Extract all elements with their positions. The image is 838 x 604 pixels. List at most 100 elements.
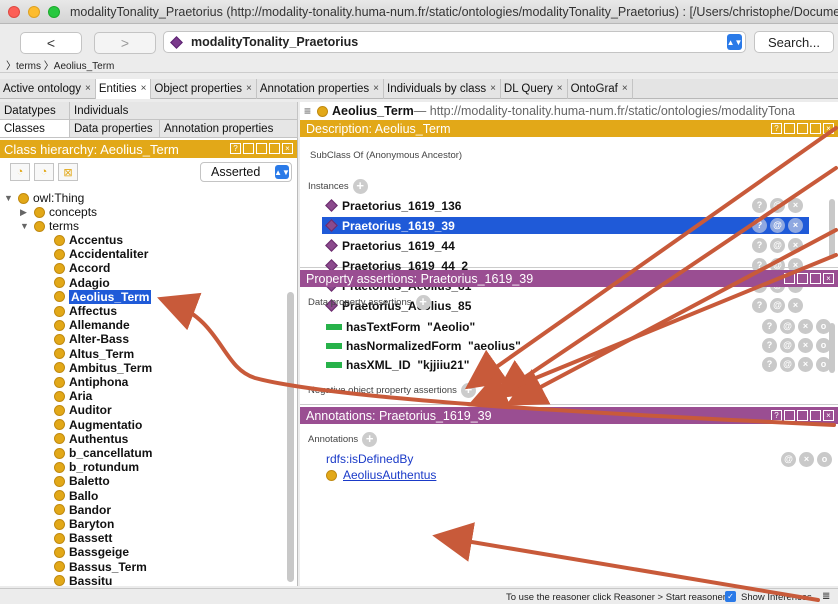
tree-node-term[interactable]: Altus_Term xyxy=(54,347,134,361)
add-data-property-icon[interactable]: + xyxy=(415,295,431,310)
close-window-icon[interactable] xyxy=(8,5,20,18)
annotation-property[interactable]: rdfs:isDefinedBy xyxy=(326,452,413,466)
tree-node-term[interactable]: Auditor xyxy=(54,403,112,417)
tab-close-icon[interactable]: × xyxy=(557,83,563,94)
annotate-icon[interactable]: @ xyxy=(770,198,785,213)
tree-node-term[interactable]: Allemande xyxy=(54,318,130,332)
help-icon[interactable]: ? xyxy=(230,143,241,154)
delete-icon[interactable]: × xyxy=(798,319,813,334)
tab-entities[interactable]: Entities × xyxy=(95,78,152,99)
forward-button[interactable]: > xyxy=(94,32,156,54)
help-icon[interactable]: ? xyxy=(752,198,767,213)
subtab-data-properties[interactable]: Data properties xyxy=(70,120,160,138)
instance-row[interactable]: Praetorius_1619_39? @ × xyxy=(322,217,809,234)
asserted-selector[interactable]: Asserted ▲▼ xyxy=(200,162,292,182)
annotate-icon[interactable]: @ xyxy=(781,452,796,467)
subtab-individuals[interactable]: Individuals xyxy=(70,102,298,120)
collapse-triangle-icon[interactable]: ▶ xyxy=(20,207,30,218)
tree-node-term[interactable]: Aria xyxy=(54,389,92,403)
help-icon[interactable]: ? xyxy=(752,218,767,233)
menu-icon[interactable]: ≡ xyxy=(304,104,311,118)
tree-node-term[interactable]: Baryton xyxy=(54,517,114,531)
tree-node-term[interactable]: Ambitus_Term xyxy=(54,361,152,375)
tree-node-term[interactable]: Accord xyxy=(54,261,110,275)
close-view-icon[interactable]: × xyxy=(282,143,293,154)
instances-scrollbar[interactable] xyxy=(829,199,835,259)
add-subclass-icon[interactable]: ◔ xyxy=(10,163,30,181)
annotation-value-link[interactable]: AeoliusAuthentus xyxy=(343,468,436,482)
annotate-icon[interactable]: @ xyxy=(780,357,795,372)
tree-node-term[interactable]: Authentus xyxy=(54,432,128,446)
delete-class-icon[interactable]: ⊠ xyxy=(58,163,78,181)
split-icon[interactable] xyxy=(256,143,267,154)
tree-node-term[interactable]: Bassett xyxy=(54,531,112,545)
show-inferences-checkbox[interactable]: ✓ xyxy=(725,591,736,602)
tab-close-icon[interactable]: × xyxy=(490,83,496,94)
annotate-icon[interactable]: @ xyxy=(780,338,795,353)
tab-close-icon[interactable]: × xyxy=(85,83,91,94)
delete-icon[interactable]: × xyxy=(788,198,803,213)
chevron-updown-icon[interactable]: ▲▼ xyxy=(274,165,290,179)
tree-node-term[interactable]: Antiphona xyxy=(54,375,128,389)
tab-dl-query[interactable]: DL Query × xyxy=(501,78,568,99)
help-icon[interactable]: ? xyxy=(762,319,777,334)
data-property-row[interactable]: hasTextForm "Aeolio"? @ × o xyxy=(326,319,831,334)
data-property-row[interactable]: hasXML_ID "kjjiiu21"? @ × o xyxy=(326,357,831,372)
close-view-icon[interactable]: × xyxy=(823,410,834,421)
add-negative-object-property-icon[interactable]: + xyxy=(460,383,476,398)
tree-node-term[interactable]: b_rotundum xyxy=(54,460,139,474)
data-property-row[interactable]: hasNormalizedForm "aeolius"? @ × o xyxy=(326,338,831,353)
float-icon[interactable] xyxy=(810,410,821,421)
float-icon[interactable] xyxy=(269,143,280,154)
tab-close-icon[interactable]: × xyxy=(373,83,379,94)
tree-node-term[interactable]: Baletto xyxy=(54,474,110,488)
expand-triangle-icon[interactable]: ▼ xyxy=(20,221,30,231)
delete-icon[interactable]: × xyxy=(799,452,814,467)
tab-ontograf[interactable]: OntoGraf × xyxy=(568,78,633,99)
delete-icon[interactable]: × xyxy=(798,357,813,372)
help-icon[interactable]: ? xyxy=(752,238,767,253)
add-instance-icon[interactable]: + xyxy=(352,179,368,194)
chevron-updown-icon[interactable]: ▲▼ xyxy=(727,34,742,50)
pin-icon[interactable] xyxy=(784,273,795,284)
add-annotation-icon[interactable]: + xyxy=(362,432,378,447)
instance-row[interactable]: Praetorius_1619_136? @ × xyxy=(322,197,809,214)
back-button[interactable]: < xyxy=(20,32,82,54)
annotate-icon[interactable]: @ xyxy=(770,218,785,233)
help-icon[interactable]: ? xyxy=(762,357,777,372)
float-icon[interactable] xyxy=(810,123,821,134)
props-scrollbar[interactable] xyxy=(829,323,835,373)
ontology-selector[interactable]: modalityTonality_Praetorius ▲▼ xyxy=(163,31,746,53)
float-icon[interactable] xyxy=(810,273,821,284)
delete-icon[interactable]: × xyxy=(788,218,803,233)
split-icon[interactable] xyxy=(797,410,808,421)
tree-node-term[interactable]: Ballo xyxy=(54,489,98,503)
help-icon[interactable]: ? xyxy=(771,123,782,134)
tree-node-term[interactable]: Bassgeige xyxy=(54,545,129,559)
tree-node-term[interactable]: Bassitu xyxy=(54,574,112,586)
tab-individuals-by-class[interactable]: Individuals by class × xyxy=(384,78,501,99)
tab-active-ontology[interactable]: Active ontology × xyxy=(0,78,96,99)
instance-row[interactable]: Praetorius_1619_44? @ × xyxy=(322,237,809,254)
close-view-icon[interactable]: × xyxy=(823,273,834,284)
help-icon[interactable]: ? xyxy=(771,410,782,421)
help-icon[interactable]: ? xyxy=(762,338,777,353)
edit-icon[interactable]: o xyxy=(817,452,832,467)
subtab-classes[interactable]: Classes xyxy=(0,120,70,138)
reasoner-log-icon[interactable]: ≣ xyxy=(822,591,830,602)
tab-close-icon[interactable]: × xyxy=(246,83,252,94)
search-button[interactable]: Search... xyxy=(754,31,834,53)
close-view-icon[interactable]: × xyxy=(823,123,834,134)
tab-close-icon[interactable]: × xyxy=(622,83,628,94)
tree-node-term[interactable]: Augmentatio xyxy=(54,418,142,432)
subtab-annotation-properties[interactable]: Annotation properties xyxy=(160,120,298,138)
split-icon[interactable] xyxy=(797,273,808,284)
tree-node-concepts[interactable]: ▶ concepts xyxy=(20,205,97,219)
tree-node-term[interactable]: Adagio xyxy=(54,276,110,290)
pin-icon[interactable] xyxy=(784,410,795,421)
tree-node-term[interactable]: Affectus xyxy=(54,304,117,318)
tree-node-term[interactable]: Accentus xyxy=(54,233,123,247)
subtab-datatypes[interactable]: Datatypes xyxy=(0,102,70,120)
pin-icon[interactable] xyxy=(784,123,795,134)
tab-object-properties[interactable]: Object properties × xyxy=(151,78,257,99)
